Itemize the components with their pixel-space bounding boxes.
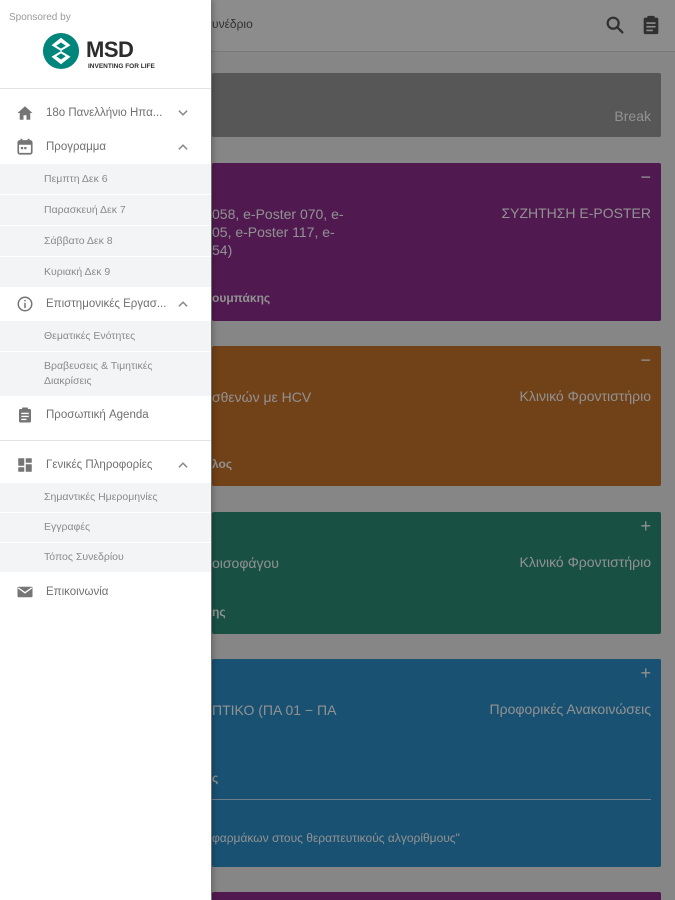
logo-tagline: INVENTING FOR LIFE: [88, 63, 155, 70]
drawer-item-label: Γενικές Πληροφορίες: [46, 459, 153, 471]
info-icon: [17, 296, 33, 312]
drawer-item-label: 18ο Πανελλήνιο Ηπα...: [46, 107, 163, 119]
drawer-subitem-registration[interactable]: Εγγραφές: [0, 513, 211, 543]
drawer-item-label: Προγραμμα: [46, 141, 107, 153]
drawer-subitem-venue[interactable]: Τόπος Συνεδρίου: [0, 543, 211, 573]
drawer-item-label: Προσωπική Agenda: [46, 409, 149, 421]
divider: [0, 88, 211, 89]
navigation-drawer: Sponsored by MSD INVENTING FOR LIFE 18ο …: [0, 0, 211, 900]
drawer-subitem-day[interactable]: Παρασκευή Δεκ 7: [0, 195, 211, 226]
chevron-up-icon[interactable]: [176, 297, 190, 311]
calendar-icon: [17, 138, 33, 155]
drawer-subitem-day[interactable]: Πεμπτη Δεκ 6: [0, 164, 211, 195]
chevron-down-icon[interactable]: [176, 106, 190, 120]
drawer-item-congress[interactable]: 18ο Πανελλήνιο Ηπα...: [0, 97, 211, 128]
drawer-subitem-day[interactable]: Σάββατο Δεκ 8: [0, 226, 211, 257]
drawer-item-agenda[interactable]: Προσωπική Agenda: [0, 400, 211, 431]
drawer-subitem-dates[interactable]: Σημαντικές Ημερομηνίες: [0, 483, 211, 513]
logo-name: MSD: [86, 37, 134, 62]
drawer-subitem-awards[interactable]: Βραβευσεις & Τιμητικές Διακρίσεις: [0, 352, 211, 397]
sponsor-label: Sponsored by: [9, 12, 71, 23]
drawer-subitem-label: Θεματικές Ενότητες: [44, 330, 136, 342]
chevron-up-icon[interactable]: [176, 140, 190, 154]
drawer-subitem-label: Σημαντικές Ημερομηνίες: [44, 491, 158, 503]
drawer-subitem-label: Διακρίσεις: [44, 375, 92, 387]
drawer-item-general-info[interactable]: Γενικές Πληροφορίες: [0, 450, 211, 481]
drawer-item-label: Επιστημονικές Εργασ...: [46, 298, 167, 310]
drawer-item-label: Επικοινωνία: [46, 586, 109, 598]
mail-icon: [17, 586, 33, 598]
drawer-item-scientific-work[interactable]: Επιστημονικές Εργασ...: [0, 289, 211, 320]
drawer-item-program[interactable]: Προγραμμα: [0, 131, 211, 162]
chevron-up-icon[interactable]: [176, 458, 190, 472]
drawer-subitem-label: Κυριακή Δεκ 9: [44, 266, 111, 278]
home-icon: [17, 106, 33, 120]
drawer-subitem-label: Εγγραφές: [44, 521, 91, 533]
dashboard-icon: [18, 458, 32, 472]
msd-logo: MSD INVENTING FOR LIFE: [42, 32, 182, 74]
drawer-subitem-label: Βραβευσεις & Τιμητικές: [44, 360, 153, 372]
drawer-subitem-label: Πεμπτη Δεκ 6: [44, 173, 108, 185]
drawer-subitem-label: Τόπος Συνεδρίου: [44, 551, 124, 563]
drawer-item-contact[interactable]: Επικοινωνία: [0, 576, 211, 607]
clipboard-icon: [19, 407, 31, 423]
drawer-subitem-day[interactable]: Κυριακή Δεκ 9: [0, 257, 211, 288]
divider: [0, 440, 211, 441]
msd-logo-mark: [42, 32, 80, 70]
drawer-subitem-topics[interactable]: Θεματικές Ενότητες: [0, 321, 211, 352]
drawer-subitem-label: Παρασκευή Δεκ 7: [44, 204, 126, 216]
drawer-subitem-label: Σάββατο Δεκ 8: [44, 235, 113, 247]
